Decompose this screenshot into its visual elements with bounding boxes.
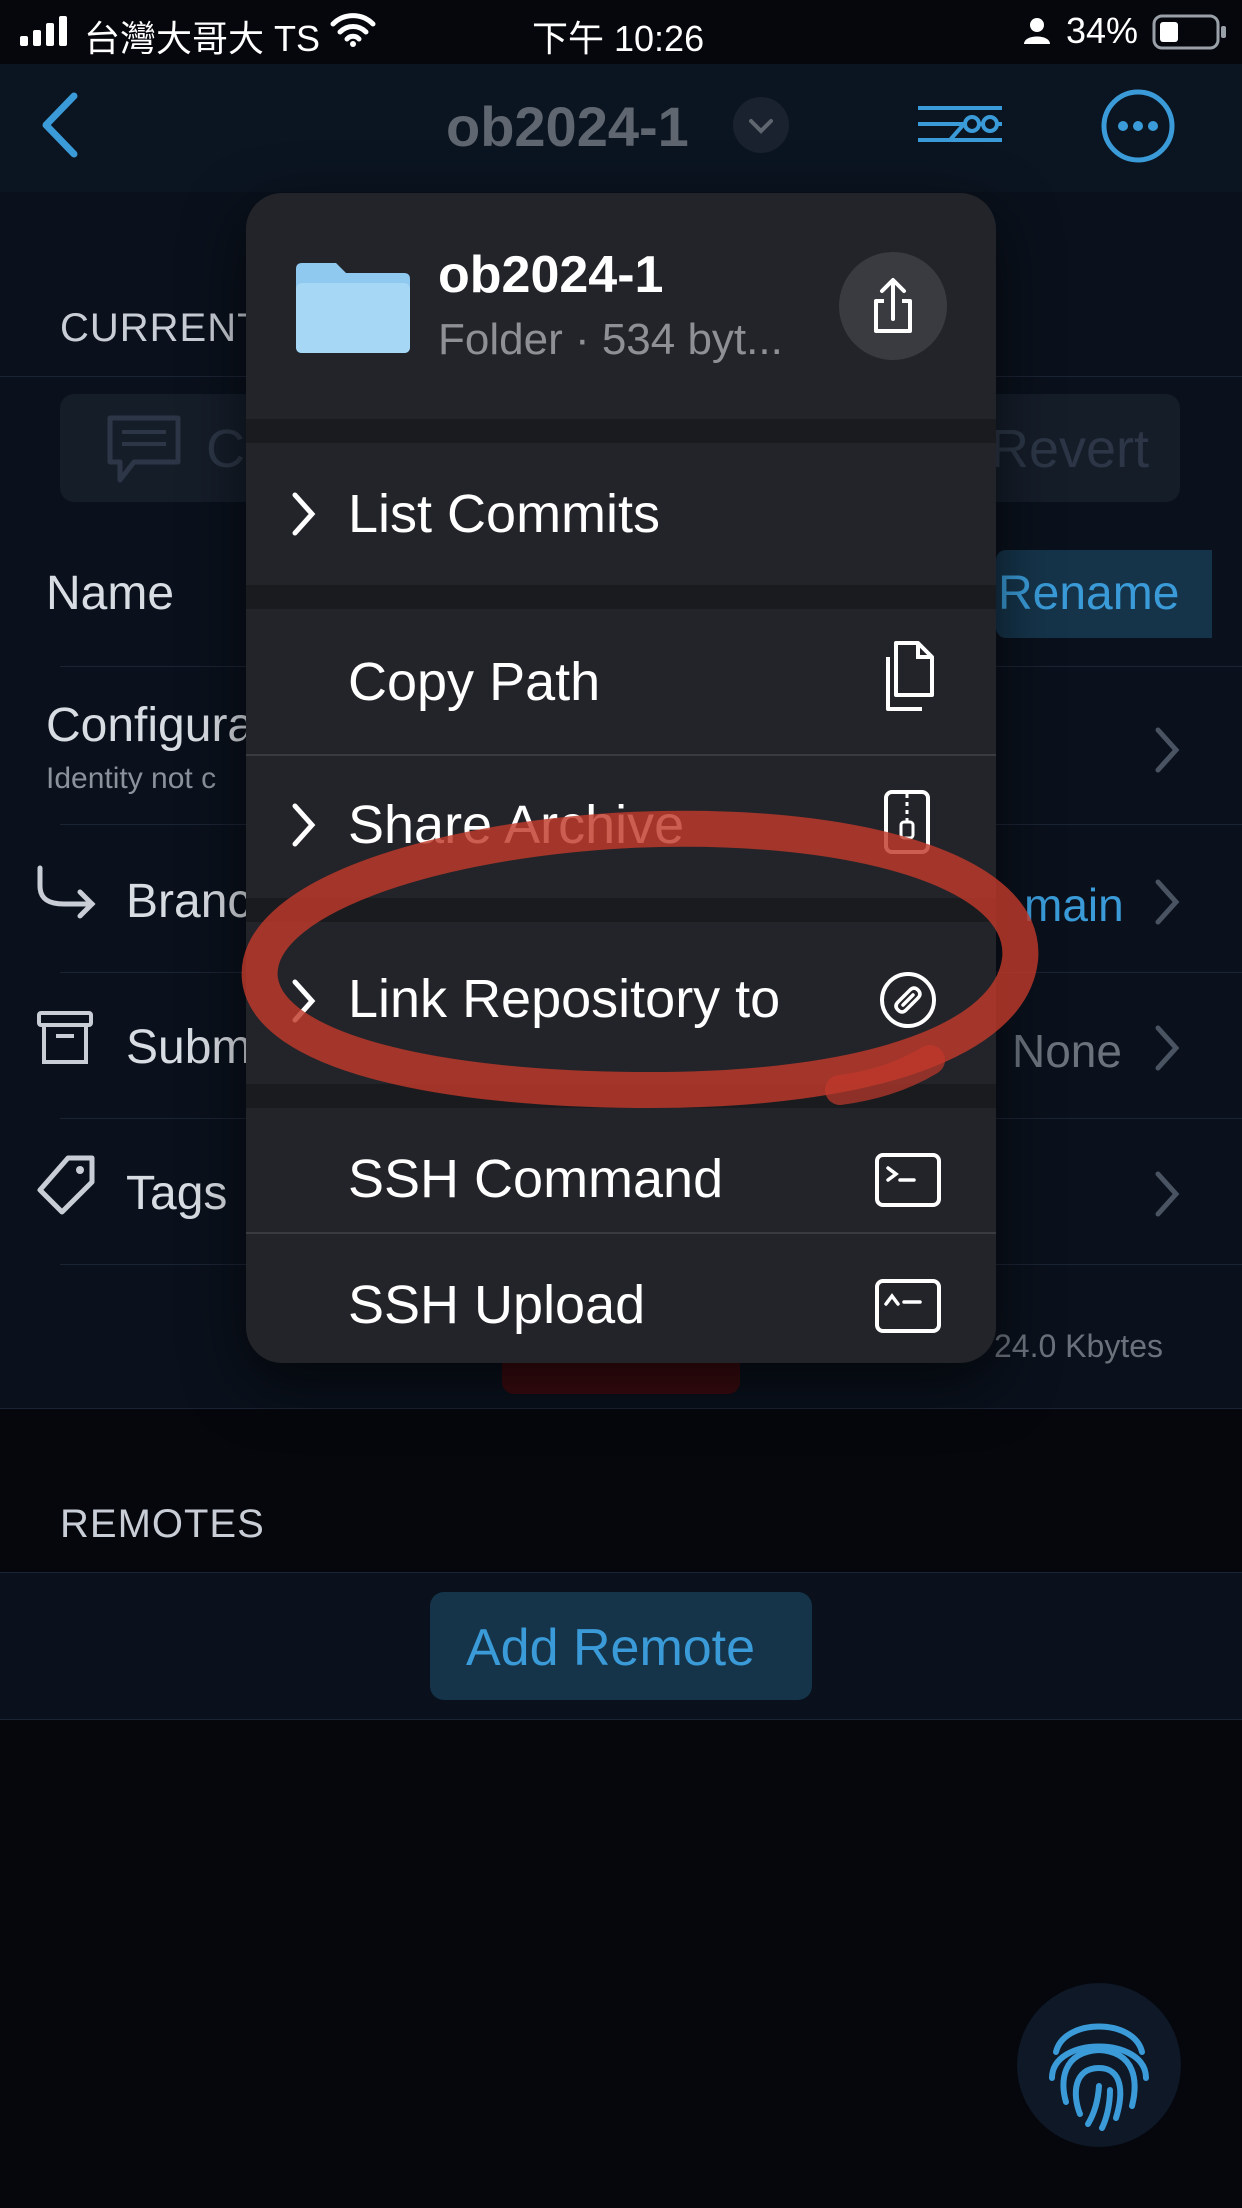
menu-header-title: ob2024-1 bbox=[438, 246, 664, 304]
folder-icon bbox=[296, 263, 410, 353]
terminal-upload-icon bbox=[875, 1279, 941, 1333]
annotation-circle bbox=[241, 810, 1039, 1109]
menu-item-ssh-upload[interactable]: SSH Upload bbox=[246, 1234, 996, 1363]
menu-separator bbox=[246, 585, 996, 609]
commit-placeholder: C bbox=[206, 419, 245, 479]
configure-label[interactable]: Configura bbox=[46, 698, 254, 753]
menu-item-label: List Commits bbox=[348, 484, 661, 544]
name-label: Name bbox=[46, 567, 175, 620]
add-remote-button[interactable]: Add Remote bbox=[430, 1592, 812, 1700]
carrier-name: 台灣大哥大 TS bbox=[84, 18, 321, 59]
menu-header: ob2024-1 Folder · 534 byt... bbox=[246, 193, 996, 419]
title-dropdown-chevron-icon[interactable] bbox=[732, 96, 790, 154]
remotes-section-label: REMOTES bbox=[60, 1502, 265, 1546]
size-text: 24.0 Kbytes bbox=[994, 1328, 1163, 1364]
menu-separator bbox=[246, 419, 996, 443]
context-menu: ob2024-1 Folder · 534 byt... List Commit… bbox=[246, 193, 996, 1363]
tag-icon bbox=[37, 1155, 95, 1215]
nav-title[interactable]: ob2024-1 bbox=[446, 94, 689, 159]
comment-icon bbox=[107, 415, 181, 483]
divider bbox=[0, 1719, 1242, 1720]
menu-header-subtitle: Folder · 534 byt... bbox=[438, 315, 783, 364]
archive-box-icon bbox=[37, 1011, 93, 1064]
status-bar: 台灣大哥大 TS 下午 10:26 34% bbox=[0, 0, 1242, 64]
rename-button[interactable]: Rename bbox=[996, 550, 1212, 638]
revert-button[interactable]: Revert bbox=[990, 418, 1149, 480]
rename-label: Rename bbox=[998, 567, 1180, 620]
chevron-right-icon bbox=[292, 492, 316, 536]
copy-icon bbox=[886, 641, 934, 711]
add-remote-label: Add Remote bbox=[466, 1619, 756, 1677]
battery-icon bbox=[1152, 14, 1226, 50]
menu-item-copy-path[interactable]: Copy Path bbox=[246, 609, 996, 755]
terminal-icon bbox=[875, 1153, 941, 1207]
menu-item-label: Copy Path bbox=[348, 652, 601, 712]
current-section-label: CURRENT bbox=[60, 306, 263, 350]
chevron-right-icon bbox=[1155, 1025, 1180, 1071]
branch-arrow-icon bbox=[37, 865, 96, 919]
branch-graph-icon[interactable] bbox=[914, 98, 1006, 150]
back-chevron-icon[interactable] bbox=[36, 90, 84, 160]
fingerprint-icon[interactable] bbox=[1016, 1982, 1182, 2148]
chevron-right-icon bbox=[1155, 879, 1180, 925]
chevron-right-icon bbox=[1155, 1171, 1180, 1217]
menu-item-label: SSH Upload bbox=[348, 1275, 646, 1335]
chevron-right-icon bbox=[1155, 727, 1180, 773]
tags-label[interactable]: Tags bbox=[126, 1166, 227, 1221]
share-icon[interactable] bbox=[838, 251, 948, 361]
battery-percent: 34% bbox=[1066, 10, 1139, 51]
menu-item-list-commits[interactable]: List Commits bbox=[246, 443, 996, 585]
clock: 下午 10:26 bbox=[532, 18, 705, 59]
wifi-icon bbox=[330, 13, 376, 47]
divider bbox=[0, 1408, 1242, 1409]
more-options-icon[interactable] bbox=[1100, 88, 1176, 164]
signal-icon bbox=[20, 16, 67, 46]
configure-subtitle: Identity not c bbox=[46, 762, 217, 795]
person-icon bbox=[1024, 18, 1050, 44]
